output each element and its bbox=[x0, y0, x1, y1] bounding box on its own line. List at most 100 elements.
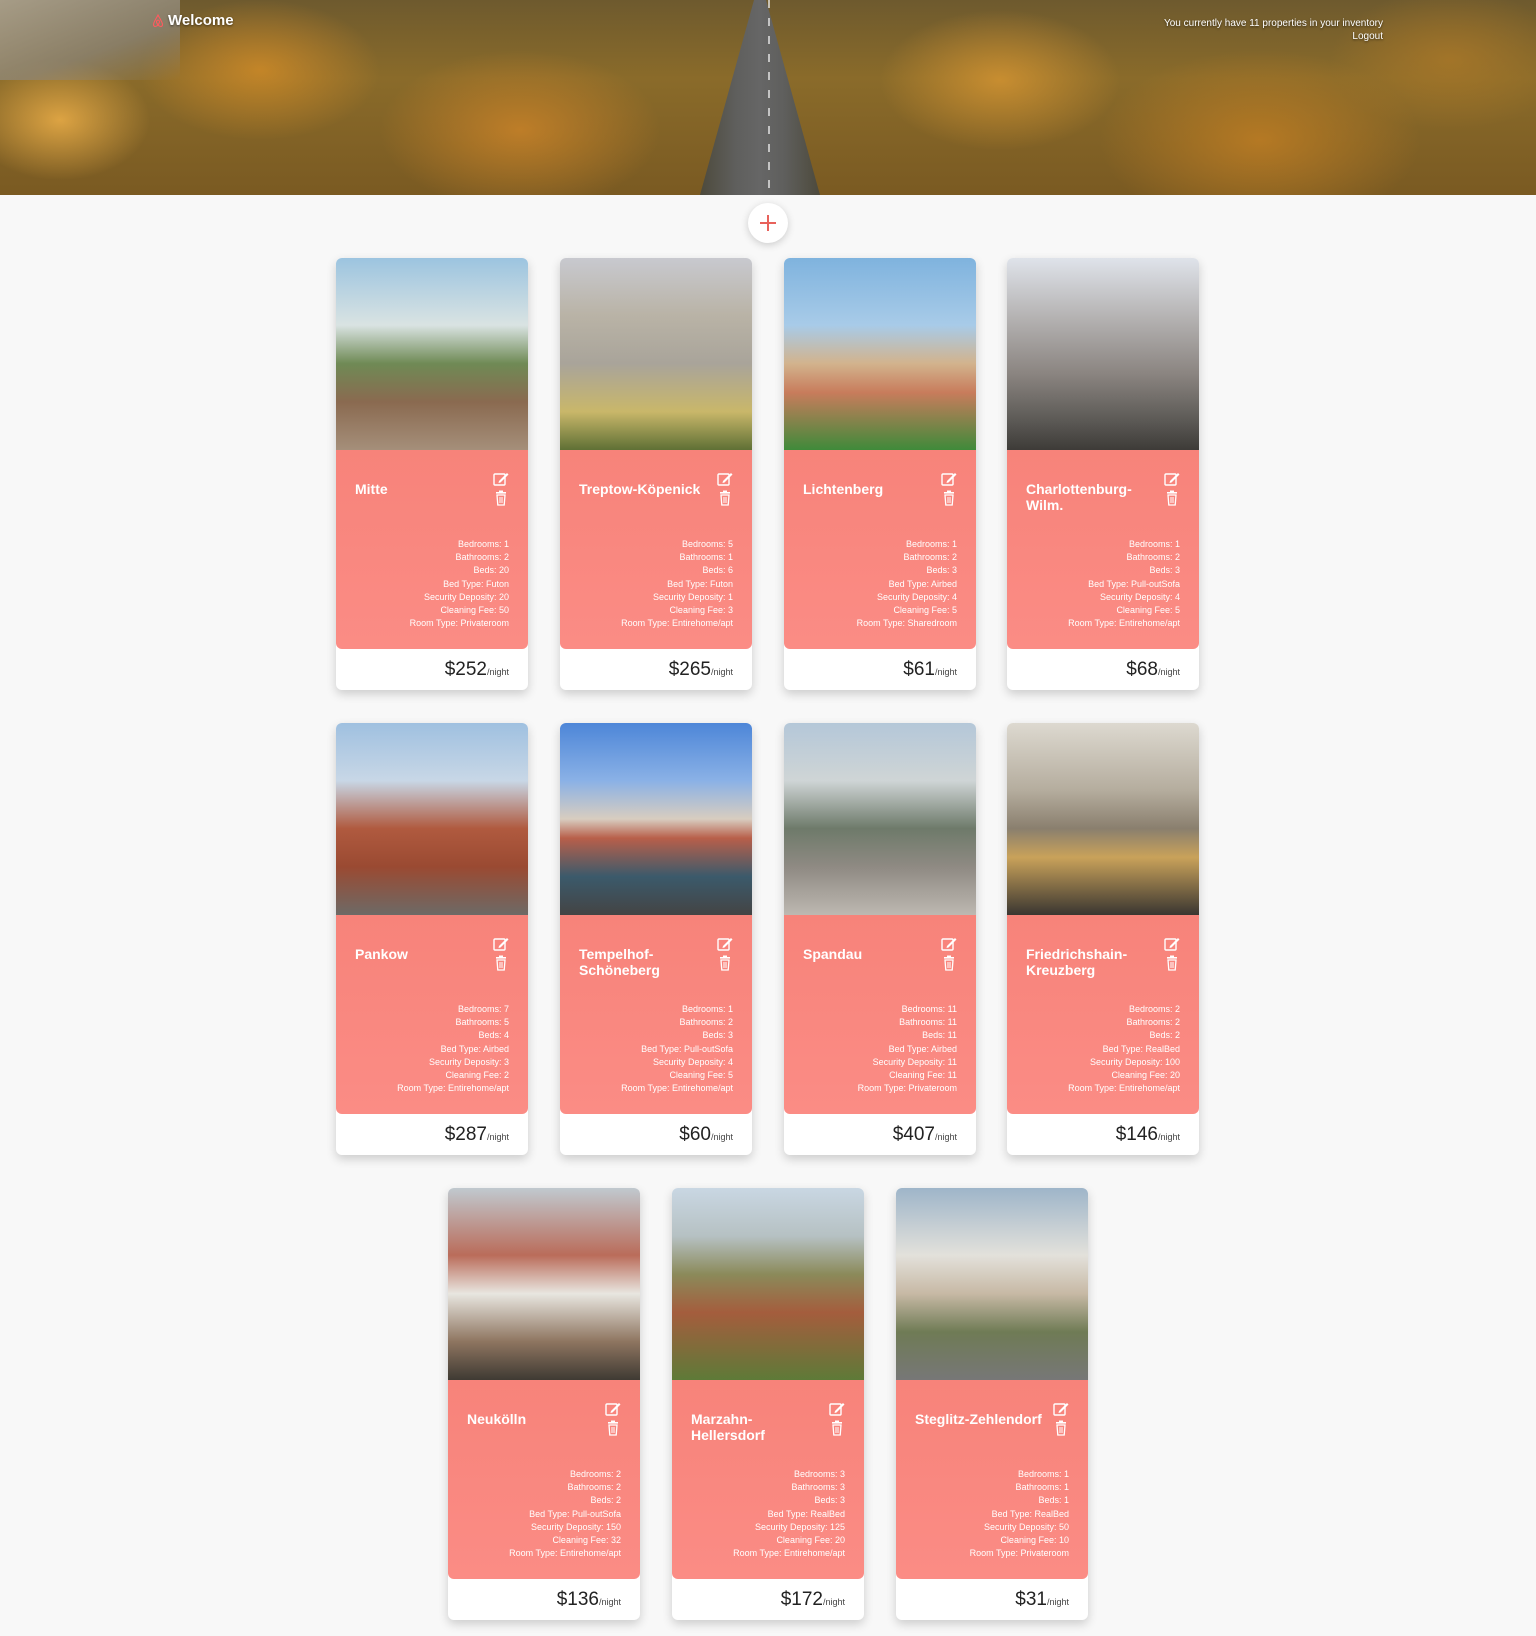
trash-icon[interactable] bbox=[717, 955, 733, 971]
trash-icon[interactable] bbox=[605, 1420, 621, 1436]
listing-name: Friedrichshain-Kreuzberg bbox=[1026, 946, 1128, 978]
trash-icon[interactable] bbox=[1164, 955, 1180, 971]
edit-icon[interactable] bbox=[493, 471, 509, 487]
listing-card: Spandau Bedrooms: 11 Bathrooms: 11 Beds:… bbox=[784, 723, 976, 1155]
listing-price: $68/night bbox=[1007, 649, 1199, 690]
listing-card: Marzahn-Hellersdorf Bedrooms: 3 Bathroom… bbox=[672, 1188, 864, 1620]
security-deposit-row: Security Deposity: 4 bbox=[876, 591, 957, 602]
listing-name: Pankow bbox=[355, 946, 408, 962]
listing-name: Tempelhof-Schöneberg bbox=[579, 946, 660, 978]
security-deposit-row: Security Deposity: 11 bbox=[872, 1056, 957, 1067]
cleaning-fee-row: Cleaning Fee: 10 bbox=[1000, 1535, 1069, 1546]
listing-info: Spandau Bedrooms: 11 Bathrooms: 11 Beds:… bbox=[784, 915, 976, 1114]
trash-icon[interactable] bbox=[493, 490, 509, 506]
bathrooms-row: Bathrooms: 2 bbox=[679, 1017, 733, 1028]
listing-price: $287/night bbox=[336, 1114, 528, 1155]
bathrooms-row: Bathrooms: 2 bbox=[455, 552, 509, 563]
listing-card: Lichtenberg Bedrooms: 1 Bathrooms: 2 Bed… bbox=[784, 258, 976, 690]
listing-photo bbox=[560, 258, 752, 450]
cleaning-fee-row: Cleaning Fee: 11 bbox=[889, 1070, 957, 1081]
security-deposit-row: Security Deposity: 150 bbox=[530, 1521, 621, 1532]
listing-card: Pankow Bedrooms: 7 Bathrooms: 5 Beds: 4 bbox=[336, 723, 528, 1155]
listing-photo bbox=[896, 1188, 1088, 1380]
listing-name: Spandau bbox=[803, 946, 863, 962]
listing-info: Tempelhof-Schöneberg Bedrooms: 1 Bathroo… bbox=[560, 915, 752, 1114]
logout-link[interactable]: Logout bbox=[1164, 30, 1383, 43]
listing-actions bbox=[1053, 1401, 1069, 1436]
beds-row: Beds: 11 bbox=[922, 1030, 957, 1041]
listing-photo bbox=[336, 258, 528, 450]
bedrooms-row: Bedrooms: 2 bbox=[1128, 1004, 1180, 1014]
edit-icon[interactable] bbox=[605, 1401, 621, 1417]
trash-icon[interactable] bbox=[829, 1420, 845, 1436]
bedrooms-row: Bedrooms: 3 bbox=[793, 1469, 845, 1479]
bed-type-row: Bed Type: Pull-outSofa bbox=[641, 1043, 733, 1054]
listing-photo bbox=[672, 1188, 864, 1380]
trash-icon[interactable] bbox=[941, 955, 957, 971]
edit-icon[interactable] bbox=[1164, 471, 1180, 487]
trash-icon[interactable] bbox=[941, 490, 957, 506]
beds-row: Beds: 2 bbox=[590, 1495, 621, 1506]
listing-photo bbox=[784, 723, 976, 915]
beds-row: Beds: 3 bbox=[926, 565, 957, 576]
room-type-row: Room Type: Entirehome/apt bbox=[397, 1083, 509, 1094]
bathrooms-row: Bathrooms: 3 bbox=[791, 1482, 845, 1493]
bed-type-row: Bed Type: Pull-outSofa bbox=[1088, 578, 1180, 589]
bed-type-row: Bed Type: RealBed bbox=[991, 1508, 1069, 1519]
listing-card: Tempelhof-Schöneberg Bedrooms: 1 Bathroo… bbox=[560, 723, 752, 1155]
logo[interactable]: Welcome bbox=[152, 12, 234, 29]
room-type-row: Room Type: Sharedroom bbox=[856, 618, 957, 629]
beds-row: Beds: 3 bbox=[1149, 565, 1180, 576]
listing-price: $31/night bbox=[896, 1579, 1088, 1620]
edit-icon[interactable] bbox=[941, 936, 957, 952]
cleaning-fee-row: Cleaning Fee: 5 bbox=[1116, 605, 1180, 616]
listing-info: Mitte Bedrooms: 1 Bathrooms: 2 Beds: 20 bbox=[336, 450, 528, 649]
listing-actions bbox=[493, 471, 509, 506]
room-type-row: Room Type: Privateroom bbox=[409, 618, 509, 629]
plus-icon bbox=[760, 215, 776, 231]
cleaning-fee-row: Cleaning Fee: 3 bbox=[669, 605, 733, 616]
listing-photo bbox=[1007, 723, 1199, 915]
per-night-label: /night bbox=[486, 1132, 509, 1142]
listing-name: Neukölln bbox=[467, 1411, 527, 1427]
listing-card: Steglitz-Zehlendorf Bedrooms: 1 Bathroom… bbox=[896, 1188, 1088, 1620]
price-value: $265 bbox=[668, 659, 711, 680]
bedrooms-row: Bedrooms: 1 bbox=[1017, 1469, 1069, 1479]
edit-icon[interactable] bbox=[829, 1401, 845, 1417]
trash-icon[interactable] bbox=[717, 490, 733, 506]
trash-icon[interactable] bbox=[1053, 1420, 1069, 1436]
beds-row: Beds: 20 bbox=[473, 565, 509, 576]
price-value: $252 bbox=[444, 659, 487, 680]
price-value: $31 bbox=[1015, 1589, 1047, 1610]
edit-icon[interactable] bbox=[941, 471, 957, 487]
listing-card: Charlottenburg-Wilm. Bedrooms: 1 Bathroo… bbox=[1007, 258, 1199, 690]
listing-name: Charlottenburg-Wilm. bbox=[1026, 481, 1132, 513]
add-property-button[interactable] bbox=[748, 203, 788, 243]
bathrooms-row: Bathrooms: 5 bbox=[455, 1017, 509, 1028]
security-deposit-row: Security Deposity: 4 bbox=[652, 1056, 733, 1067]
trash-icon[interactable] bbox=[493, 955, 509, 971]
listing-price: $265/night bbox=[560, 649, 752, 690]
beds-row: Beds: 6 bbox=[702, 565, 733, 576]
bedrooms-row: Bedrooms: 11 bbox=[901, 1004, 957, 1014]
per-night-label: /night bbox=[486, 667, 509, 677]
listing-price: $252/night bbox=[336, 649, 528, 690]
per-night-label: /night bbox=[1046, 1597, 1069, 1607]
cleaning-fee-row: Cleaning Fee: 32 bbox=[552, 1535, 621, 1546]
per-night-label: /night bbox=[822, 1597, 845, 1607]
price-value: $146 bbox=[1115, 1124, 1158, 1145]
edit-icon[interactable] bbox=[1164, 936, 1180, 952]
trash-icon[interactable] bbox=[1164, 490, 1180, 506]
edit-icon[interactable] bbox=[493, 936, 509, 952]
edit-icon[interactable] bbox=[717, 471, 733, 487]
edit-icon[interactable] bbox=[1053, 1401, 1069, 1417]
per-night-label: /night bbox=[1157, 1132, 1180, 1142]
listing-details: Bedrooms: 7 Bathrooms: 5 Beds: 4 Bed Typ… bbox=[397, 1003, 509, 1095]
beds-row: Beds: 4 bbox=[478, 1030, 509, 1041]
welcome-title: Welcome bbox=[168, 12, 234, 29]
room-type-row: Room Type: Entirehome/apt bbox=[509, 1548, 621, 1559]
security-deposit-row: Security Deposity: 50 bbox=[983, 1521, 1069, 1532]
per-night-label: /night bbox=[710, 1132, 733, 1142]
beds-row: Beds: 3 bbox=[814, 1495, 845, 1506]
edit-icon[interactable] bbox=[717, 936, 733, 952]
